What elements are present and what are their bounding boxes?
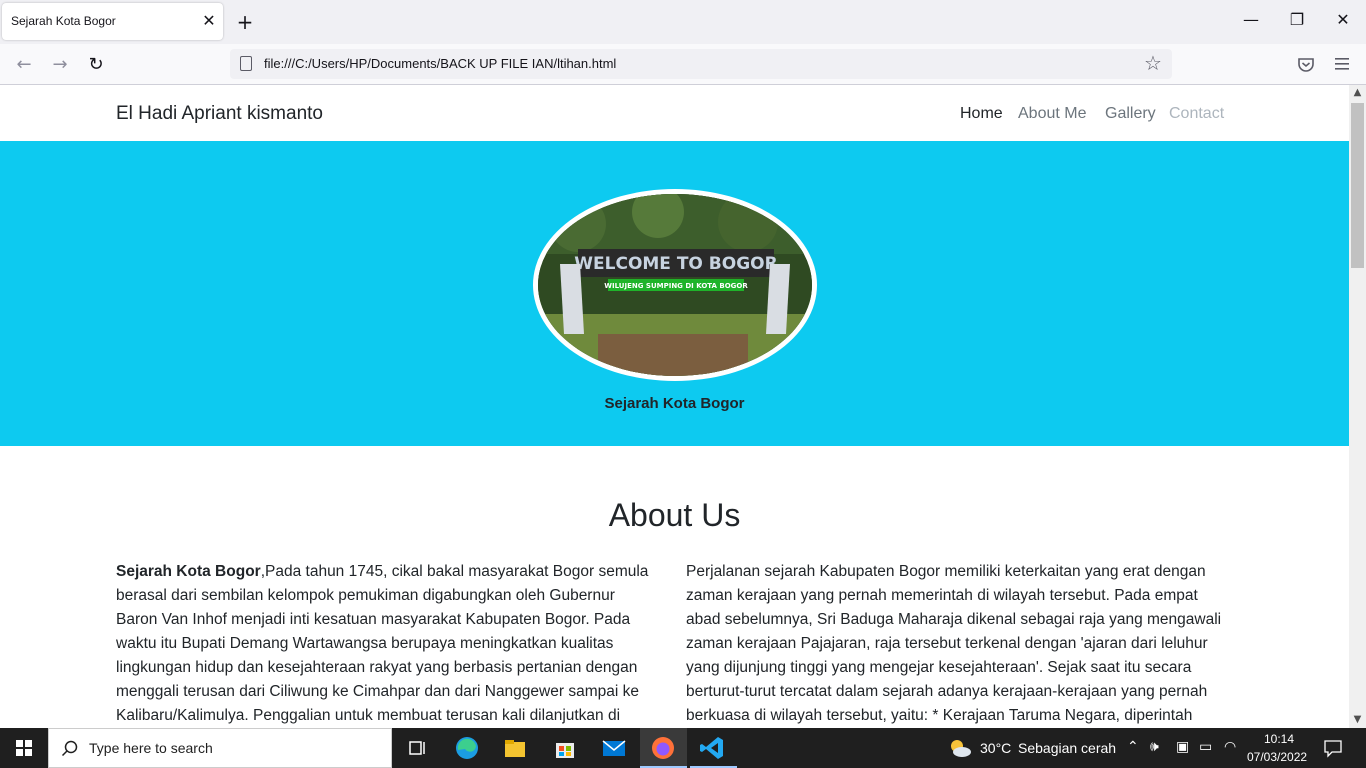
page-icon — [240, 56, 252, 71]
restore-icon[interactable]: ❐ — [1274, 10, 1320, 34]
about-title: About Us — [608, 497, 741, 533]
nav-contact[interactable]: Contact — [1169, 105, 1224, 123]
browser-toolbar: ← → ↻ file:///C:/Users/HP/Documents/BACK… — [0, 44, 1366, 85]
nav-home[interactable]: Home — [960, 105, 1003, 123]
taskbar-search[interactable]: Type here to search — [48, 728, 392, 768]
clock-time[interactable]: 10:14 — [1264, 732, 1294, 746]
menu-icon[interactable] — [1335, 58, 1349, 70]
scroll-thumb[interactable] — [1351, 103, 1364, 268]
volume-icon[interactable]: 🕪 — [1150, 738, 1159, 755]
tray-chevron-icon[interactable]: ⌃ — [1127, 738, 1139, 755]
close-window-icon[interactable]: ✕ — [1320, 10, 1366, 34]
store-icon[interactable] — [551, 734, 579, 762]
back-icon[interactable]: ← — [10, 52, 38, 78]
wifi-icon[interactable]: ◠ — [1224, 738, 1236, 755]
weather-icon[interactable] — [948, 737, 972, 759]
mail-icon[interactable] — [600, 734, 628, 762]
forward-icon[interactable]: → — [46, 52, 74, 78]
firefox-icon[interactable] — [649, 734, 677, 762]
nav-gallery[interactable]: Gallery — [1105, 105, 1156, 123]
weather-temp[interactable]: 30°C — [980, 740, 1011, 756]
browser-tab-bar: Sejarah Kota Bogor ✕ + — ❐ ✕ — [0, 0, 1366, 44]
web-page: El Hadi Apriant kismanto Home About Me G… — [0, 85, 1349, 728]
sign-subtext: WILUJENG SUMPING DI KOTA BOGOR — [604, 282, 748, 290]
hero-image: WELCOME TO BOGOR WILUJENG SUMPING DI KOT… — [533, 189, 817, 381]
about-right-column: Perjalanan sejarah Kabupaten Bogor memil… — [686, 563, 1222, 724]
hero-caption: Sejarah Kota Bogor — [604, 395, 745, 412]
url-text[interactable]: file:///C:/Users/HP/Documents/BACK UP FI… — [264, 56, 616, 71]
search-placeholder: Type here to search — [89, 740, 213, 756]
windows-start-icon[interactable] — [0, 728, 48, 768]
scroll-up-icon[interactable]: ▲ — [1349, 85, 1366, 101]
page-scrollbar[interactable]: ▲ ▼ — [1349, 85, 1366, 728]
scroll-down-icon[interactable]: ▼ — [1349, 712, 1366, 728]
hero-section: WELCOME TO BOGOR WILUJENG SUMPING DI KOT… — [0, 141, 1349, 446]
about-left-column: Sejarah Kota Bogor,Pada tahun 1745, cika… — [116, 560, 658, 728]
edge-icon[interactable] — [453, 734, 481, 762]
site-navbar: El Hadi Apriant kismanto Home About Me G… — [0, 85, 1349, 141]
clock-date[interactable]: 07/03/2022 — [1247, 750, 1307, 764]
meet-now-icon[interactable]: ▣ — [1176, 738, 1189, 755]
bookmark-star-icon[interactable]: ☆ — [1144, 51, 1162, 75]
file-explorer-icon[interactable] — [501, 734, 529, 762]
notification-icon[interactable] — [1323, 738, 1343, 758]
task-view-icon[interactable] — [403, 734, 431, 762]
pocket-icon[interactable] — [1297, 57, 1315, 73]
minimize-icon[interactable]: — — [1228, 10, 1274, 34]
vscode-icon[interactable] — [698, 734, 726, 762]
sign-text: WELCOME TO BOGOR — [574, 254, 777, 274]
battery-icon[interactable]: ▭ — [1199, 738, 1212, 755]
tab-title: Sejarah Kota Bogor — [11, 14, 116, 28]
new-tab-icon[interactable]: + — [234, 11, 256, 33]
weather-desc[interactable]: Sebagian cerah — [1018, 740, 1116, 756]
search-icon — [61, 740, 78, 757]
nav-about-me[interactable]: About Me — [1018, 105, 1086, 123]
address-bar[interactable]: file:///C:/Users/HP/Documents/BACK UP FI… — [230, 49, 1172, 79]
reload-icon[interactable]: ↻ — [82, 52, 110, 78]
browser-tab[interactable]: Sejarah Kota Bogor ✕ — [2, 3, 223, 40]
site-brand[interactable]: El Hadi Apriant kismanto — [116, 103, 323, 125]
about-left-text: ,Pada tahun 1745, cikal bakal masyarakat… — [116, 563, 649, 724]
about-left-bold: Sejarah Kota Bogor — [116, 563, 261, 580]
windows-taskbar: Type here to search 30°C Sebagian cerah … — [0, 728, 1366, 768]
tab-close-icon[interactable]: ✕ — [200, 11, 218, 31]
